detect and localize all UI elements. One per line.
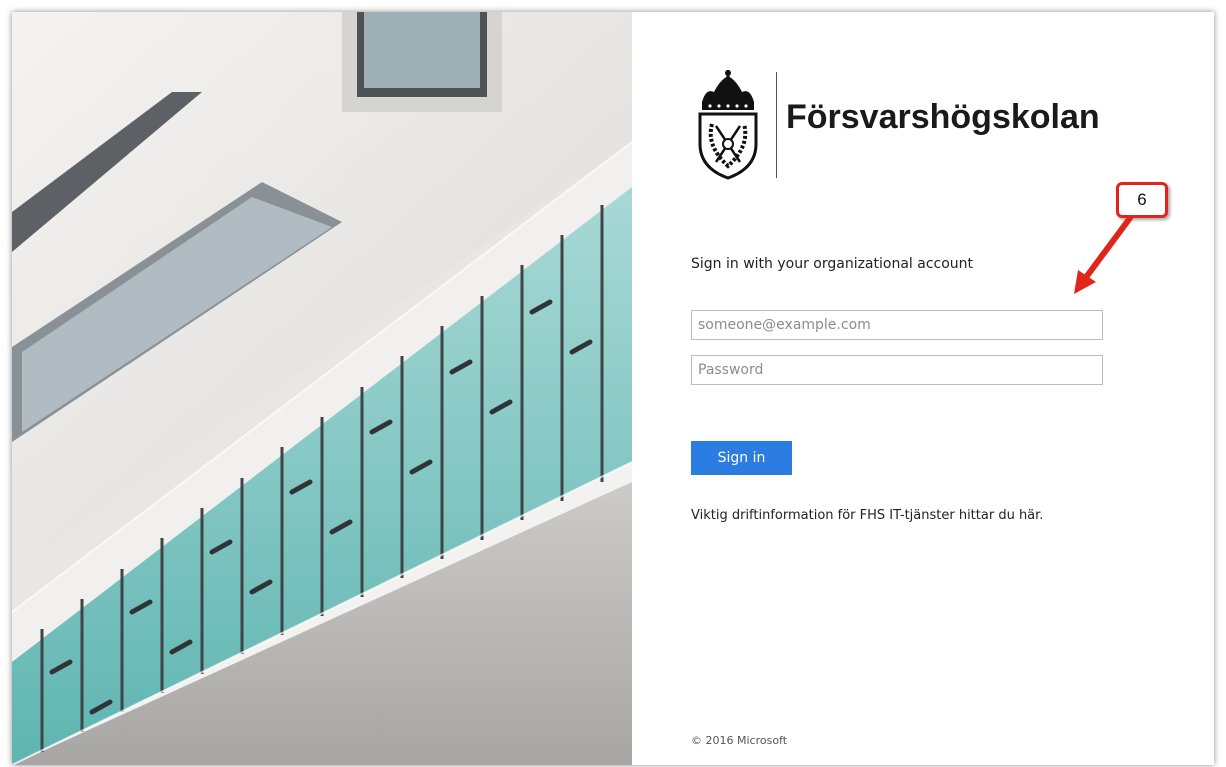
organization-logo: Försvarshögskolan bbox=[692, 68, 1112, 188]
username-input[interactable] bbox=[691, 310, 1103, 340]
signin-heading: Sign in with your organizational account bbox=[691, 256, 974, 272]
signin-button[interactable]: Sign in bbox=[691, 441, 792, 475]
facade-illustration-svg bbox=[12, 12, 632, 765]
step-number-callout: 6 bbox=[1116, 182, 1168, 218]
organization-name: Försvarshögskolan bbox=[786, 98, 1100, 136]
building-facade-image bbox=[12, 12, 632, 765]
password-input[interactable] bbox=[691, 355, 1103, 385]
screenshot-frame: Försvarshögskolan Sign in with your orga… bbox=[0, 0, 1226, 767]
logo-divider bbox=[776, 72, 777, 178]
signin-panel: Försvarshögskolan Sign in with your orga… bbox=[632, 12, 1214, 765]
service-info-link[interactable]: Viktig driftinformation för FHS IT-tjäns… bbox=[691, 508, 1043, 523]
service-info-text: Viktig driftinformation för FHS IT-tjäns… bbox=[691, 508, 1043, 523]
adfs-signin-page: Försvarshögskolan Sign in with your orga… bbox=[12, 12, 1214, 765]
copyright-footer: © 2016 Microsoft bbox=[691, 734, 788, 747]
royal-crown-crest-icon bbox=[698, 70, 758, 180]
